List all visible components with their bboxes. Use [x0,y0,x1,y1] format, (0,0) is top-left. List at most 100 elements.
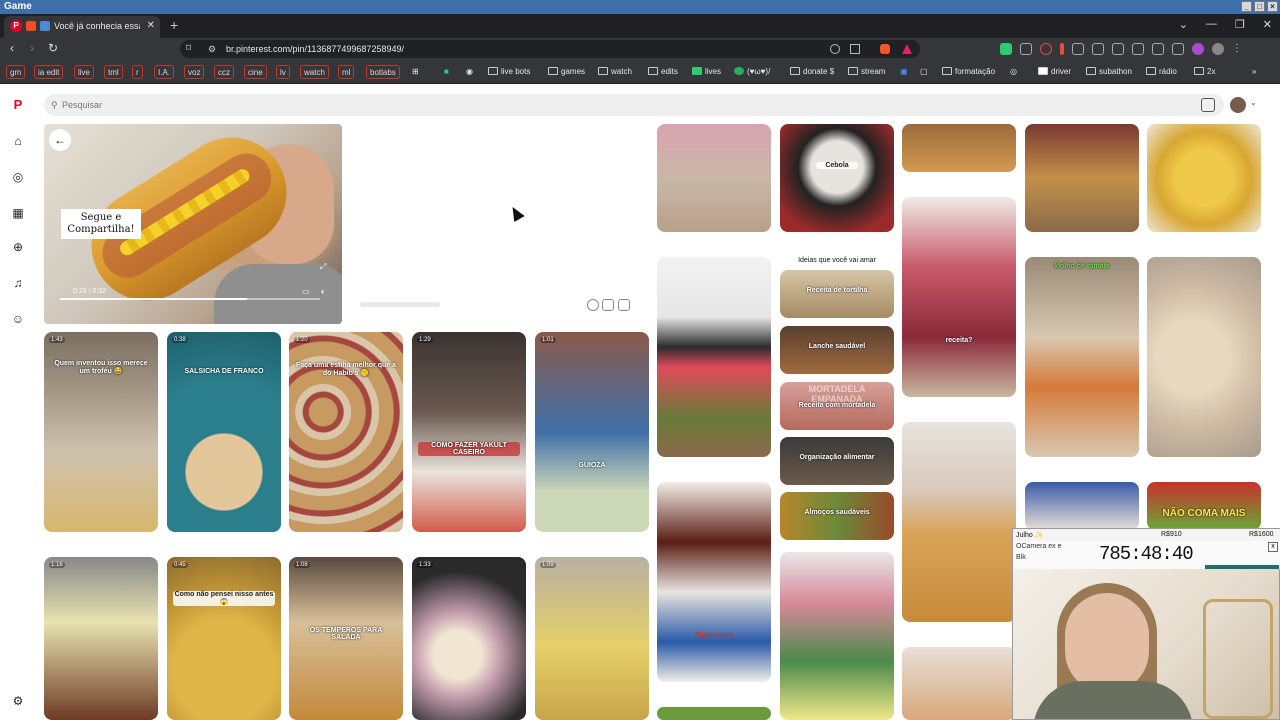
pin-card[interactable] [902,124,1016,172]
pin-card[interactable] [657,124,771,232]
pin-card[interactable]: 1:08 OS TEMPEROS PARA SALADA [289,557,403,720]
search-input[interactable]: ⚲ Pesquisar [44,94,1224,116]
pin-card[interactable] [657,257,771,457]
bookmark-item[interactable]: watch [300,65,329,79]
bookmark-item[interactable]: live [74,65,95,79]
idea-card[interactable]: Receita de tortilha [780,270,894,318]
pin-card[interactable]: 0:45 Como não pensei nisso antes 😱 [167,557,281,720]
pin-card[interactable]: Pinracaquo [657,482,771,682]
more-options-icon[interactable] [618,299,630,311]
maximize-icon[interactable]: ❐ [1235,18,1245,31]
expand-icon[interactable]: ⤢ [320,262,326,272]
pin-card[interactable] [1025,482,1139,530]
bookmark-item[interactable]: lv [276,65,290,79]
pin-card[interactable]: 1:43 Quem inventou isso merece um troféu… [44,332,158,532]
fullscreen-icon[interactable]: ▭ [302,287,310,296]
extension-icon[interactable] [1092,43,1104,55]
home-icon[interactable]: ⌂ [11,134,25,148]
pin-card[interactable]: receita? [902,197,1016,397]
pin-card[interactable]: 1:33 [412,557,526,720]
bookmark-item[interactable]: botlabs [366,65,400,79]
bookmark-folder[interactable]: (♥ω♥)/ [734,65,770,79]
notifications-icon[interactable]: ♫ [11,276,25,290]
pin-card[interactable]: Cebola [780,124,894,232]
bookmark-folder[interactable]: live bots [488,65,530,79]
pinterest-logo-icon[interactable]: P [11,98,25,112]
idea-card[interactable]: Lanche saudável [780,326,894,374]
forward-icon[interactable]: › [30,41,34,55]
camera-search-icon[interactable] [1201,98,1215,112]
pin-card[interactable]: 1:20 Faça uma esfiha melhor que a do Hab… [289,332,403,532]
pin-card[interactable]: 1:16 [44,557,158,720]
site-info-icon[interactable]: ⚙ [208,40,216,58]
bookmark-favicon-icon[interactable]: ▣ [900,65,908,79]
leo-ai-icon[interactable] [1192,43,1204,55]
reaction-icon[interactable] [587,299,599,311]
bookmark-favicon-icon[interactable]: ■ [444,65,449,79]
chevron-down-icon[interactable]: ⌄ [1250,98,1257,107]
tab-search-icon[interactable]: ⌄ [1179,18,1188,31]
extension-icon[interactable] [1000,43,1012,55]
avatar[interactable] [1230,97,1246,113]
menu-icon[interactable]: ⋮ [1232,43,1242,55]
puzzle-icon[interactable] [1072,43,1084,55]
bookmark-favicon-icon[interactable]: ◎ [1010,65,1017,79]
bookmark-item[interactable]: cine [244,65,267,79]
pin-card[interactable] [1147,257,1261,457]
brave-rewards-icon[interactable] [902,44,912,54]
bookmark-folder[interactable]: stream [848,65,885,79]
bookmark-item[interactable]: tml [104,65,123,79]
extension-icon[interactable] [1132,43,1144,55]
extension-icon[interactable] [1020,43,1032,55]
brave-shield-icon[interactable] [880,44,890,54]
pin-card[interactable] [1147,124,1261,232]
idea-card[interactable]: MORTADELA EMPANADA Receita com mortadela [780,382,894,430]
share-icon[interactable] [602,299,614,311]
more-bookmarks-icon[interactable]: » [1252,65,1256,79]
bookmark-favicon-icon[interactable]: ▢ [920,65,928,79]
bookmark-folder[interactable]: driver [1038,65,1071,79]
extension-icon[interactable] [1152,43,1164,55]
bookmark-item[interactable]: gm [6,65,26,79]
new-tab-icon[interactable]: + [170,17,178,33]
bookmark-folder[interactable]: formatação [942,65,995,79]
url-bar[interactable]: ⌑ ⚙ br.pinterest.com/pin/113687749968725… [180,40,920,58]
profile-icon[interactable] [1212,43,1224,55]
bookmark-icon[interactable]: ⌑ [186,40,191,58]
minimize-icon[interactable]: — [1206,18,1217,31]
bookmark-folder[interactable]: 2x [1194,65,1215,79]
bookmark-folder[interactable]: donate $ [790,65,834,79]
pin-card[interactable] [780,552,894,720]
volume-icon[interactable]: ◖ [320,287,325,296]
tab-pinterest[interactable]: P Você já conhecia essa sal... ✕ [4,16,160,38]
pin-card[interactable] [1025,124,1139,232]
apps-grid-icon[interactable]: ⊞ [412,65,419,79]
settings-icon[interactable]: ⚙ [11,694,25,708]
video-progress-bar[interactable] [60,298,320,300]
back-icon[interactable]: ‹ [10,41,14,55]
pin-card[interactable]: NÃO COMA MAIS [1147,482,1261,530]
idea-card[interactable]: Almoços saudáveis [780,492,894,540]
pin-card[interactable] [902,422,1016,622]
messages-icon[interactable]: ☺ [11,312,25,326]
bookmark-item[interactable]: ml [338,65,355,79]
pin-card[interactable]: 1:29 COMO FAZER YAKULT CASEIRO [412,332,526,532]
idea-card[interactable]: Organização alimentar [780,437,894,485]
bookmark-item[interactable]: ccz [214,65,234,79]
bookmark-folder[interactable]: games [548,65,585,79]
sidebar-icon[interactable] [1112,43,1124,55]
pin-card[interactable] [657,707,771,720]
restore-icon[interactable]: □ [1254,1,1265,12]
pin-card[interactable]: 1:01 GUIOZA [535,332,649,532]
pin-card[interactable] [902,647,1016,720]
minimize-icon[interactable]: _ [1241,1,1252,12]
bookmark-folder[interactable]: subathon [1086,65,1132,79]
bookmark-favicon-icon[interactable]: ◉ [466,65,473,79]
close-icon[interactable]: ✕ [1263,18,1272,31]
cast-icon[interactable] [850,44,860,54]
back-button[interactable]: ← [49,129,71,151]
extension-icon[interactable] [1060,43,1064,55]
reload-icon[interactable]: ↻ [48,41,58,55]
bookmark-item[interactable]: r [132,65,143,79]
zoom-icon[interactable] [830,44,840,54]
